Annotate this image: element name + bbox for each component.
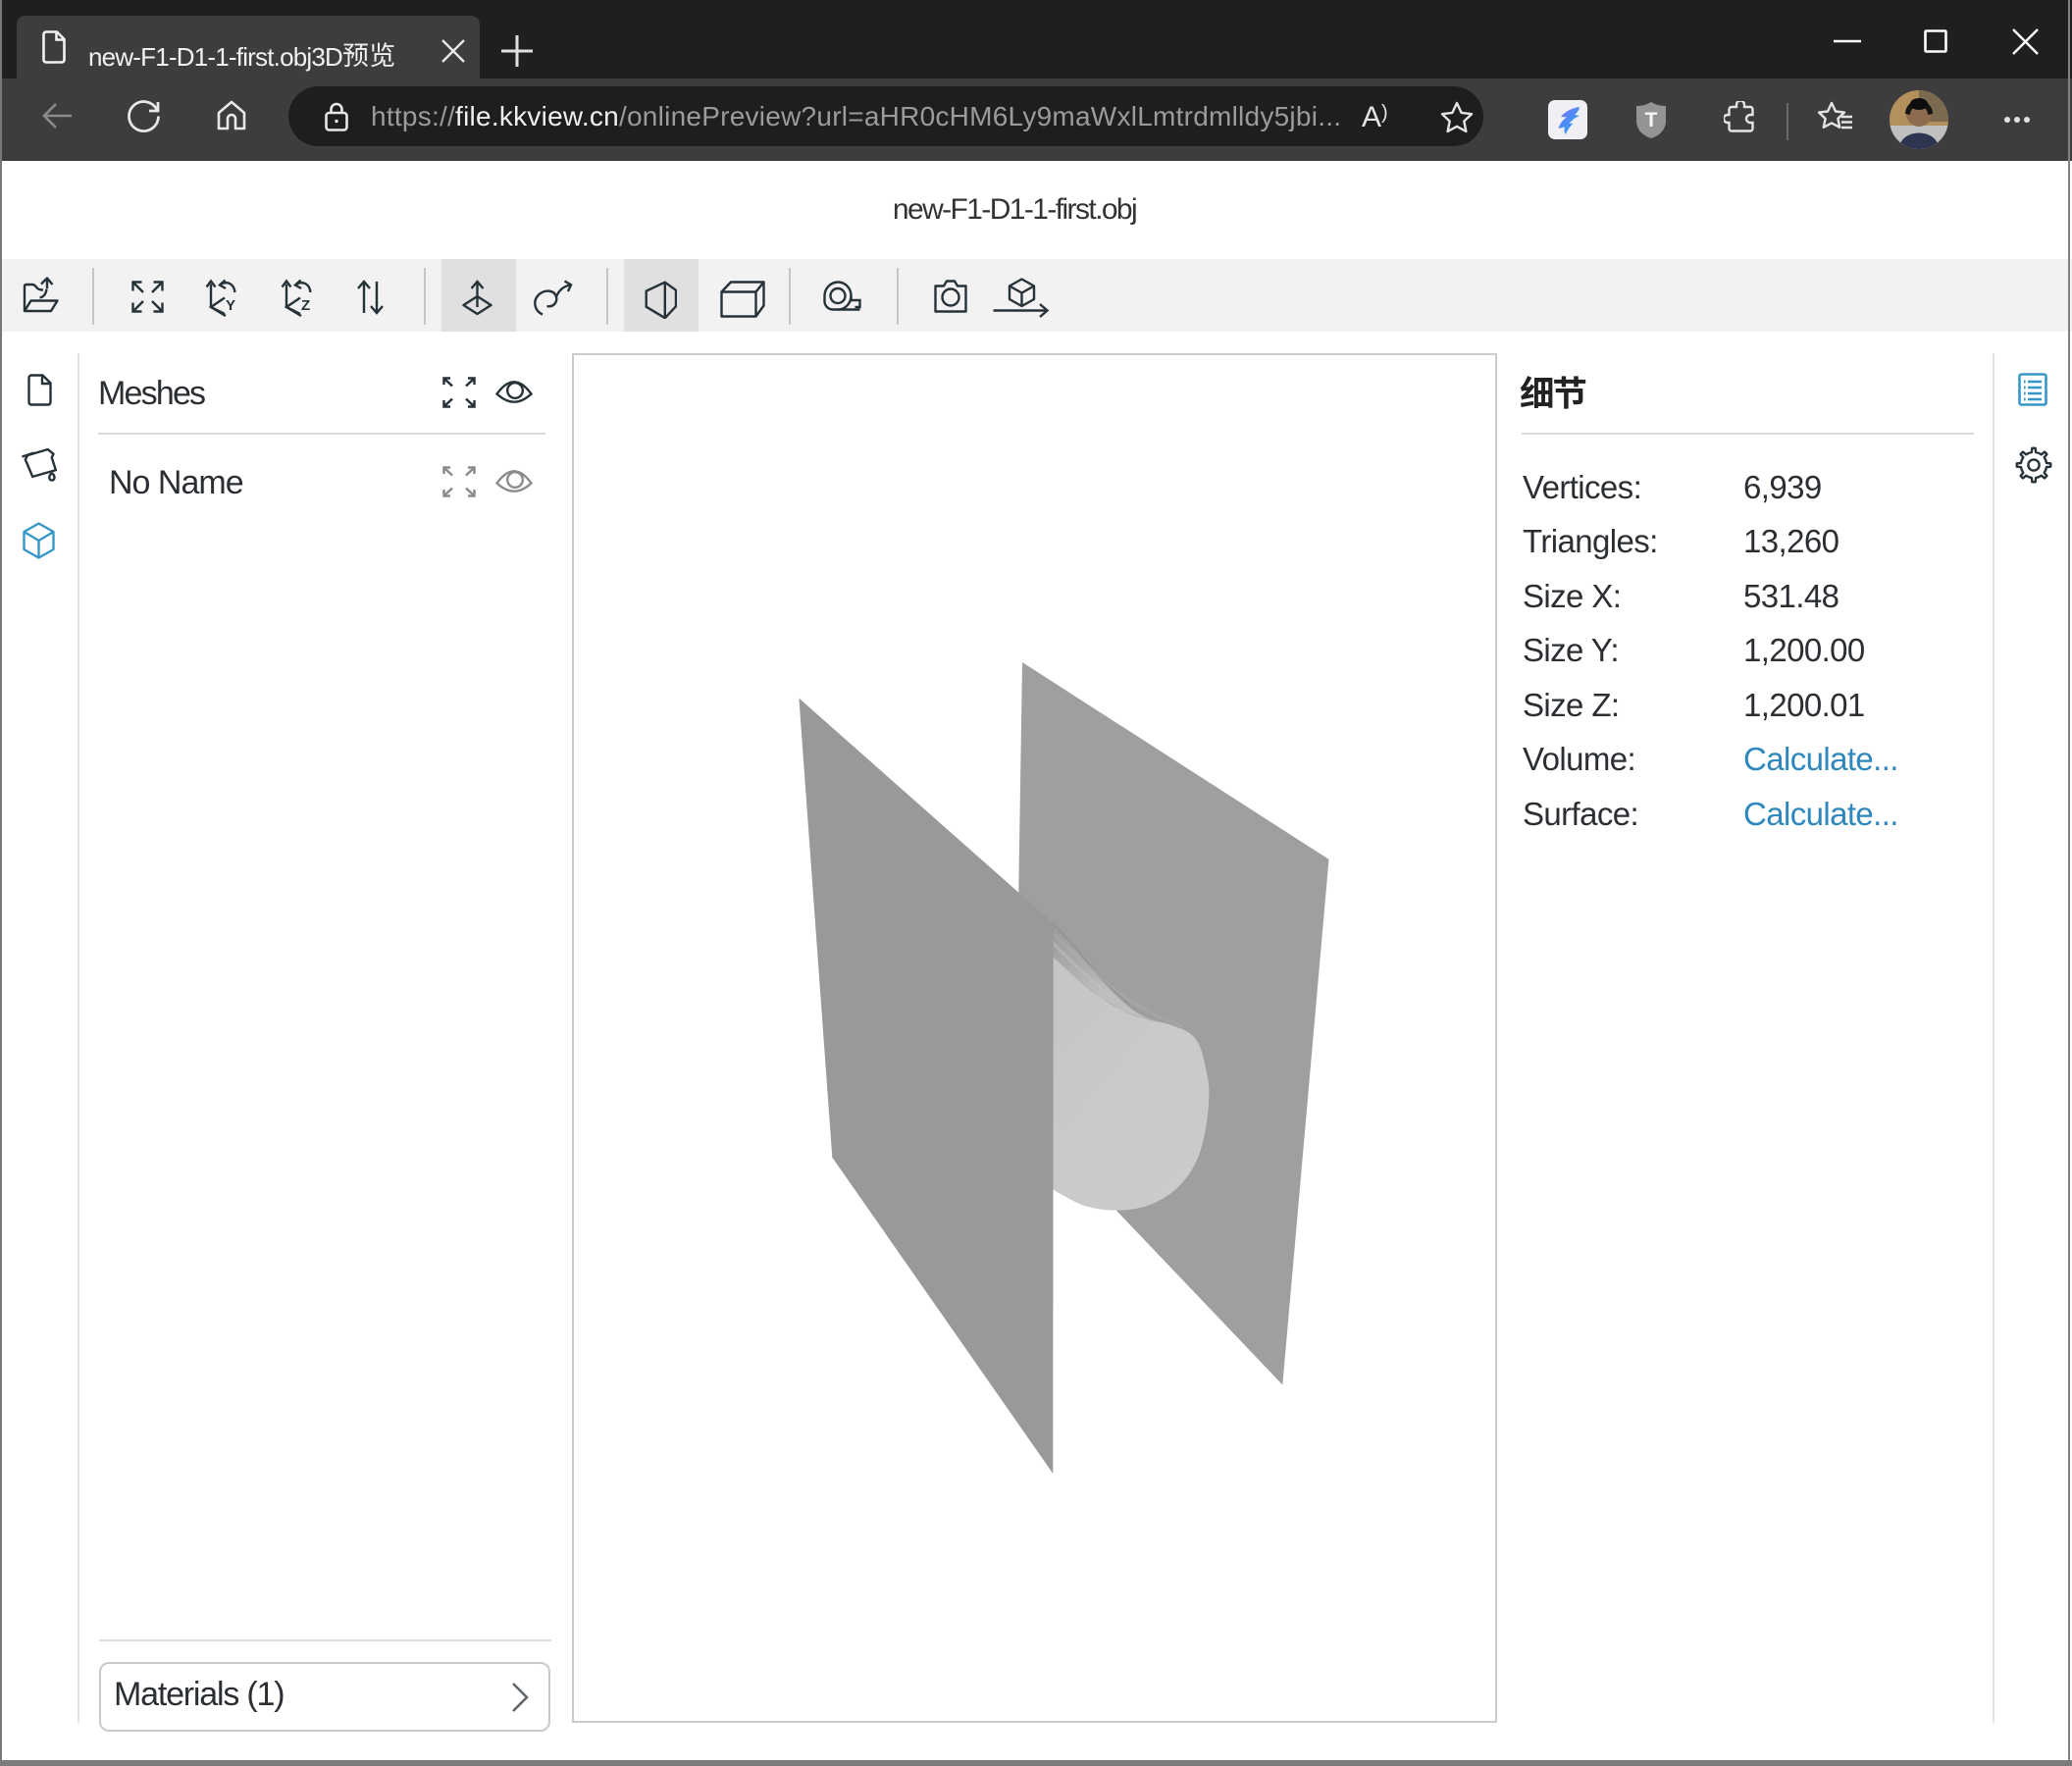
svg-text:T: T bbox=[1645, 109, 1658, 131]
svg-text:Z: Z bbox=[301, 297, 310, 314]
svg-text:Y: Y bbox=[226, 297, 235, 314]
